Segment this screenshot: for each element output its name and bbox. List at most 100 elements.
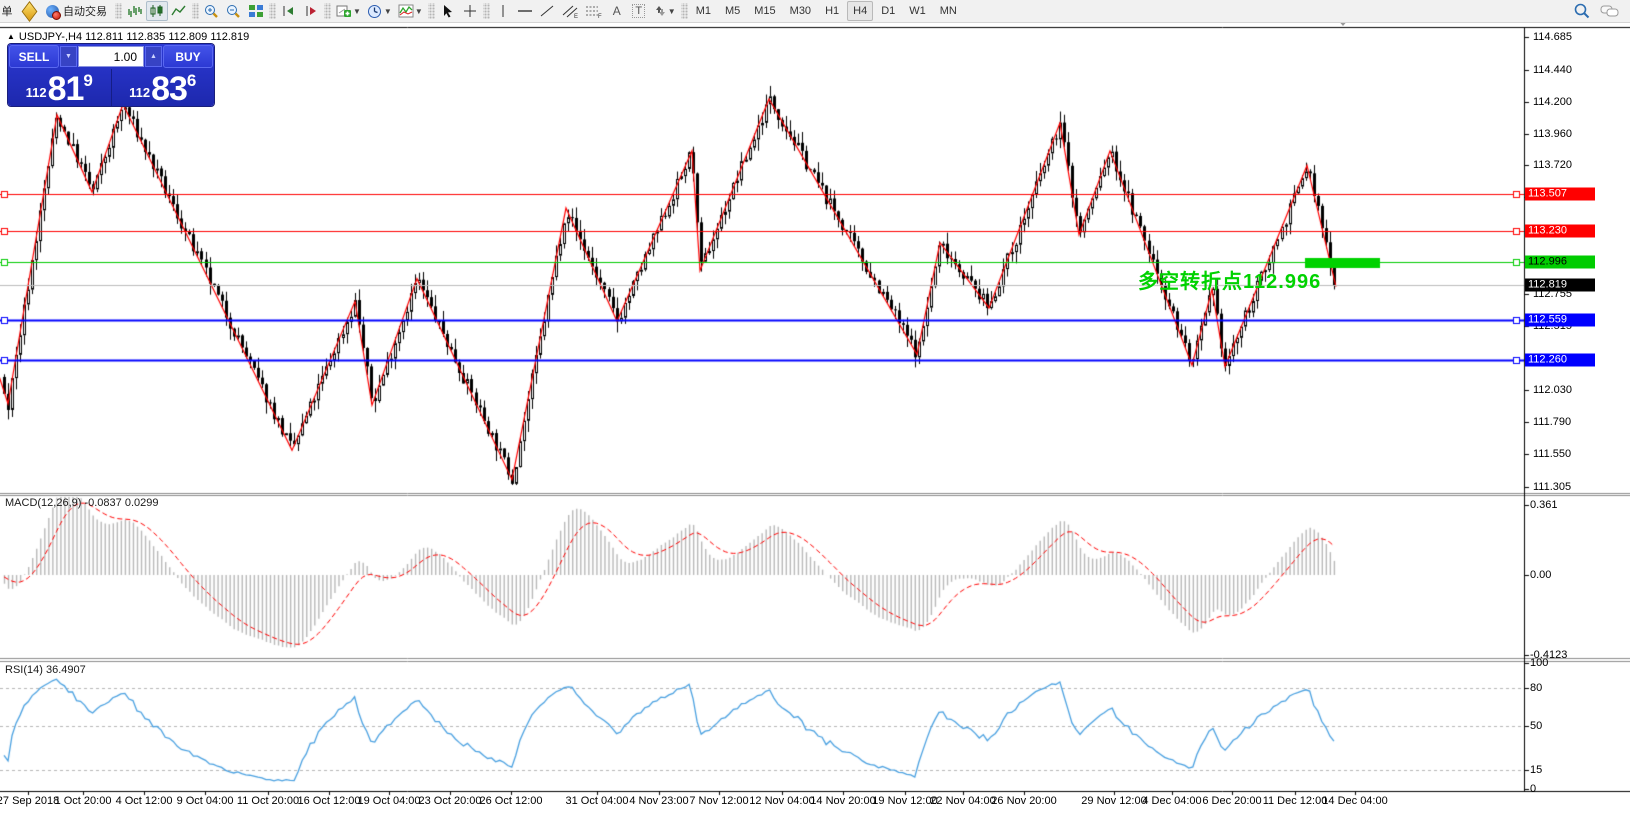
new-chart-dropdown[interactable]: ▼: [333, 1, 364, 21]
time-axis-label: 19 Nov 12:00: [872, 795, 937, 807]
volume-increase-button[interactable]: ▲: [145, 46, 162, 67]
timeframe-m5[interactable]: M5: [719, 1, 746, 21]
timeframe-m15[interactable]: M15: [748, 1, 781, 21]
toolbar-grip: [115, 3, 122, 19]
timeframe-mn[interactable]: MN: [934, 1, 963, 21]
time-axis-label: 26 Oct 12:00: [480, 795, 543, 807]
auto-scroll-icon: [281, 4, 297, 18]
toolbar-grip: [681, 3, 688, 19]
time-axis-label: 4 Dec 04:00: [1142, 795, 1201, 807]
chevron-down-icon: ▼: [353, 7, 361, 16]
text-tool[interactable]: A: [606, 1, 628, 21]
price-level-label: 113.507: [1525, 187, 1595, 200]
bar-chart-mode-button[interactable]: [124, 1, 146, 21]
candlestick-icon: [149, 4, 165, 18]
new-order-button[interactable]: 单: [0, 1, 18, 21]
price-axis-tick: 111.790: [1533, 416, 1571, 428]
zoom-out-button[interactable]: [223, 1, 245, 21]
horizontal-line-tool[interactable]: [514, 1, 536, 21]
line-chart-mode-button[interactable]: [168, 1, 190, 21]
time-axis-label: 27 Sep 2018: [0, 795, 59, 807]
sell-button[interactable]: SELL: [9, 45, 59, 68]
time-axis-label: 16 Oct 12:00: [298, 795, 361, 807]
tile-windows-button[interactable]: [245, 1, 267, 21]
svg-text:F: F: [598, 14, 602, 19]
trendline-icon: [539, 4, 555, 18]
toolbar-grip: [324, 3, 331, 19]
price-axis-tick: 114.685: [1533, 31, 1572, 43]
periods-dropdown[interactable]: ▼: [364, 1, 395, 21]
timeframe-m30[interactable]: M30: [784, 1, 817, 21]
timeframe-w1[interactable]: W1: [903, 1, 932, 21]
channel-tool[interactable]: E: [558, 1, 582, 21]
time-axis-label: 4 Oct 12:00: [116, 795, 173, 807]
chevron-down-icon: ▼: [415, 7, 423, 16]
rsi-axis-tick: 100: [1530, 657, 1548, 669]
line-chart-icon: [171, 4, 187, 18]
toolbar-grip: [483, 3, 490, 19]
timeframe-d1[interactable]: D1: [875, 1, 901, 21]
text-label-tool[interactable]: T: [628, 1, 650, 21]
price-level-label: 112.559: [1525, 314, 1595, 327]
price-axis-tick: 114.440: [1533, 64, 1572, 76]
time-axis-label: 19 Oct 04:00: [358, 795, 421, 807]
price-axis-tick: 114.200: [1533, 96, 1572, 108]
zoom-in-button[interactable]: [201, 1, 223, 21]
macd-axis-tick: 0.00: [1530, 569, 1551, 581]
chart-shift-button[interactable]: [300, 1, 322, 21]
indicators-dropdown[interactable]: ▼: [395, 1, 426, 21]
vertical-line-icon: [497, 4, 509, 18]
price-level-label: 113.230: [1525, 224, 1595, 237]
sell-price[interactable]: 112819: [8, 69, 112, 106]
buy-button[interactable]: BUY: [163, 45, 213, 68]
time-axis-label: 12 Nov 04:00: [749, 795, 814, 807]
time-axis-label: 7 Nov 12:00: [689, 795, 748, 807]
volume-input[interactable]: 1.00: [78, 46, 144, 67]
search-icon[interactable]: [1574, 3, 1590, 19]
timeframe-h4[interactable]: H4: [847, 1, 873, 21]
candlestick-mode-button[interactable]: [146, 1, 168, 21]
autotrading-icon: [46, 5, 59, 18]
cursor-tool-button[interactable]: [437, 1, 459, 21]
rsi-label: RSI(14) 36.4907: [5, 664, 86, 676]
trendline-tool[interactable]: [536, 1, 558, 21]
time-axis-label: 26 Nov 20:00: [991, 795, 1056, 807]
time-axis-label: 11 Dec 12:00: [1263, 795, 1328, 807]
time-axis-label: 14 Nov 20:00: [810, 795, 875, 807]
timeframe-m1[interactable]: M1: [690, 1, 717, 21]
time-axis-label: 1 Oct 20:00: [55, 795, 112, 807]
main-toolbar: 单 自动交易 ▼ ▼ ▼: [0, 0, 1630, 23]
timeframe-h1[interactable]: H1: [819, 1, 845, 21]
price-level-label: 112.996: [1525, 255, 1595, 268]
rsi-axis-tick: 0: [1530, 783, 1536, 795]
gold-block-icon[interactable]: [18, 1, 40, 21]
volume-decrease-button[interactable]: ▼: [60, 46, 77, 67]
crosshair-tool-button[interactable]: [459, 1, 481, 21]
trend-annotation: 多空转折点112.996: [1138, 265, 1321, 294]
time-axis-label: 9 Oct 04:00: [177, 795, 234, 807]
zoom-out-icon: [226, 4, 242, 19]
arrow-tools-icon: [653, 4, 667, 18]
auto-scroll-button[interactable]: [278, 1, 300, 21]
fibonacci-icon: F: [585, 4, 603, 19]
time-axis-label: 29 Nov 12:00: [1081, 795, 1146, 807]
price-level-label: 112.819: [1525, 279, 1595, 292]
toolbar-grip: [269, 3, 276, 19]
chat-icon[interactable]: [1600, 4, 1620, 19]
macd-label: MACD(12,26,9) -0.0837 0.0299: [5, 497, 158, 509]
chevron-down-icon: ▼: [384, 7, 392, 16]
buy-price[interactable]: 112836: [112, 69, 215, 106]
autotrading-button[interactable]: 自动交易: [40, 1, 113, 21]
toolbar-grip: [428, 3, 435, 19]
cursor-icon: [441, 4, 455, 18]
vertical-line-tool[interactable]: [492, 1, 514, 21]
price-axis-tick: 113.960: [1533, 128, 1572, 140]
tile-windows-icon: [248, 4, 264, 18]
arrows-dropdown[interactable]: ▼: [650, 1, 679, 21]
price-chart-canvas[interactable]: [0, 0, 1630, 813]
autotrading-label: 自动交易: [63, 3, 107, 19]
svg-text:E: E: [574, 14, 578, 19]
time-axis-label: 31 Oct 04:00: [566, 795, 629, 807]
fibonacci-tool[interactable]: F: [582, 1, 606, 21]
indicators-icon: [398, 4, 414, 18]
